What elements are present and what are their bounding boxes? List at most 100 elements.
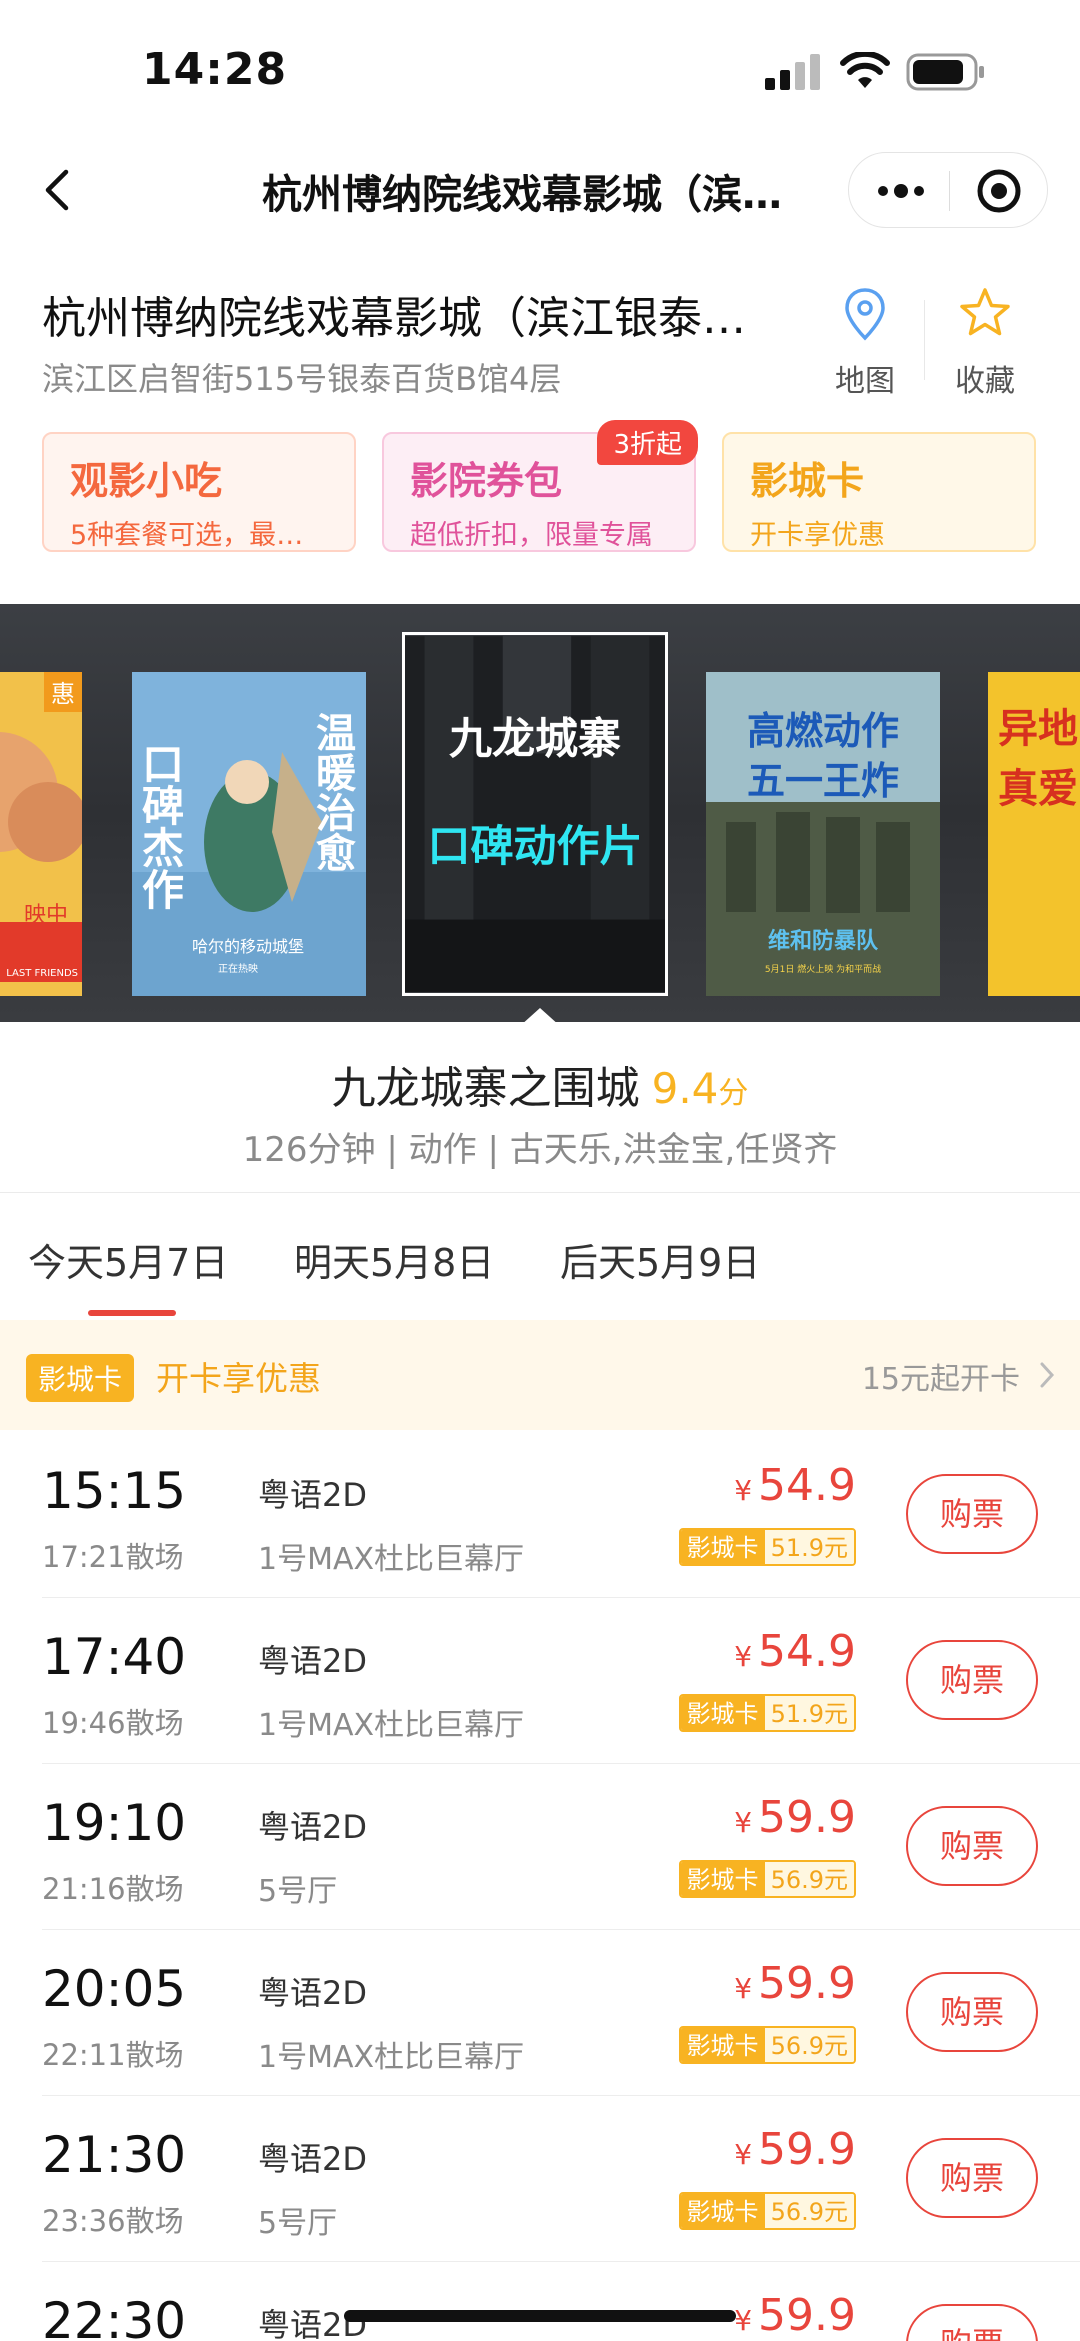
price-value: 59.9 (758, 2290, 856, 2341)
promo-card-snacks[interactable]: 观影小吃 5种套餐可选，最低… (42, 432, 356, 552)
start-time: 20:05 (42, 1960, 187, 2018)
svg-text:真爱: 真爱 (998, 766, 1078, 812)
svg-text:映中: 映中 (24, 903, 68, 928)
svg-text:九龙城寨: 九龙城寨 (449, 714, 621, 764)
price-value: 54.9 (758, 1460, 856, 1511)
language-format: 粤语2D (258, 1642, 368, 1680)
svg-text:维和防暴队: 维和防暴队 (768, 928, 879, 954)
language-format: 粤语2D (258, 2140, 368, 2178)
hall-name: 1号MAX杜比巨幕厅 (258, 1542, 525, 1577)
poster-image: 高燃动作 五一王炸 维和防暴队 5月1日 燃火上映 为和平而战 (706, 672, 940, 996)
nav-bar: 杭州博纳院线戏幕影城（滨… (0, 140, 1080, 240)
membership-card-banner[interactable]: 影城卡 开卡享优惠 15元起开卡 (0, 1320, 1080, 1430)
date-tab-day-after[interactable]: 后天5月9日 (560, 1232, 760, 1287)
movie-score: 9.4 (651, 1064, 719, 1113)
currency-symbol: ¥ (734, 1474, 753, 1507)
svg-text:惠: 惠 (51, 680, 75, 708)
hall-name: 1号MAX杜比巨幕厅 (258, 2040, 525, 2075)
poster-item[interactable]: 高燃动作 五一王炸 维和防暴队 5月1日 燃火上映 为和平而战 (706, 672, 940, 996)
buy-ticket-button[interactable]: 购票 (906, 2138, 1038, 2218)
card-price-tag: 影城卡 56.9元 (678, 2026, 856, 2064)
card-price-tag: 影城卡 56.9元 (678, 2192, 856, 2230)
movie-score-unit: 分 (718, 1076, 749, 1111)
cellular-signal-icon (765, 54, 820, 90)
active-tab-indicator (88, 1310, 176, 1316)
price-value: 59.9 (758, 2124, 856, 2175)
mini-program-capsule (848, 152, 1048, 228)
hall-name: 5号厅 (258, 2206, 338, 2241)
svg-text:口碑杰作: 口碑杰作 (136, 742, 185, 910)
map-button[interactable]: 地图 (820, 284, 910, 404)
showtime-row: 21:30 23:36散场 粤语2D 5号厅 ¥59.9 影城卡 56.9元 购票 (0, 2096, 1080, 2262)
date-tab-tomorrow[interactable]: 明天5月8日 (294, 1232, 494, 1287)
poster-item[interactable]: 惠 映中 LAST FRIENDS (0, 672, 82, 996)
price-value: 59.9 (758, 1958, 856, 2009)
favorite-button[interactable]: 收藏 (940, 284, 1030, 404)
ticket-price: ¥59.9 (734, 1792, 856, 1843)
card-label: 影城卡 (680, 1862, 765, 1896)
buy-ticket-button[interactable]: 购票 (906, 2304, 1038, 2341)
map-label: 地图 (835, 364, 895, 399)
promo-title: 影城卡 (750, 459, 865, 503)
promo-card-membership[interactable]: 影城卡 开卡享优惠 (722, 432, 1036, 552)
card-label: 影城卡 (680, 2028, 765, 2062)
card-price: 51.9元 (764, 1530, 854, 1564)
showtime-row: 15:15 17:21散场 粤语2D 1号MAX杜比巨幕厅 ¥54.9 影城卡 5… (0, 1432, 1080, 1598)
start-time: 21:30 (42, 2126, 187, 2184)
close-target-icon[interactable] (971, 167, 1027, 215)
card-price: 56.9元 (764, 1862, 854, 1896)
poster-item-active[interactable]: 九龙城寨 口碑动作片 (402, 632, 668, 996)
home-indicator (344, 2310, 736, 2322)
cinema-address: 滨江区启智街515号银泰百货B馆4层 (42, 360, 562, 398)
status-bar: 14:28 (0, 0, 1080, 140)
poster-image: 九龙城寨 口碑动作片 (405, 636, 665, 992)
star-icon (960, 288, 1010, 336)
svg-text:高燃动作: 高燃动作 (747, 709, 899, 753)
showtime-row: 17:40 19:46散场 粤语2D 1号MAX杜比巨幕厅 ¥54.9 影城卡 5… (0, 1598, 1080, 1764)
currency-symbol: ¥ (734, 2304, 753, 2337)
hall-name: 5号厅 (258, 1874, 338, 1909)
end-time: 21:16散场 (42, 1872, 184, 1906)
start-time: 22:30 (42, 2292, 187, 2341)
poster-carousel[interactable]: 惠 映中 LAST FRIENDS 口碑杰作 温暖治愈 哈尔的移动城堡 正在热映 (0, 604, 1080, 1022)
svg-text:口碑动作片: 口碑动作片 (428, 822, 643, 872)
ticket-price: ¥54.9 (734, 1626, 856, 1677)
showtime-row: 19:10 21:16散场 粤语2D 5号厅 ¥59.9 影城卡 56.9元 购票 (0, 1764, 1080, 1930)
banner-price-hint: 15元起开卡 (861, 1362, 1020, 1397)
more-icon[interactable] (871, 167, 931, 215)
chevron-right-icon (1040, 1362, 1055, 1388)
card-price: 56.9元 (764, 2194, 854, 2228)
date-tab-today[interactable]: 今天5月7日 (28, 1232, 228, 1287)
language-format: 粤语2D (258, 1974, 368, 2012)
buy-ticket-button[interactable]: 购票 (906, 1474, 1038, 1554)
end-time: 22:11散场 (42, 2038, 184, 2072)
poster-image: 惠 映中 LAST FRIENDS (0, 672, 82, 996)
promo-title: 观影小吃 (70, 459, 223, 503)
active-poster-pointer (520, 1008, 560, 1026)
promo-card-coupons[interactable]: 影院券包 超低折扣，限量专属 3折起 (382, 420, 698, 552)
poster-image: 口碑杰作 温暖治愈 哈尔的移动城堡 正在热映 (132, 672, 366, 996)
banner-text: 开卡享优惠 (156, 1359, 321, 1398)
wifi-icon (840, 52, 890, 88)
movie-title: 九龙城寨之围城 (331, 1063, 640, 1114)
poster-item[interactable]: 口碑杰作 温暖治愈 哈尔的移动城堡 正在热映 (132, 672, 366, 996)
ticket-price: ¥54.9 (734, 1460, 856, 1511)
buy-ticket-button[interactable]: 购票 (906, 1806, 1038, 1886)
svg-text:五一王炸: 五一王炸 (747, 759, 899, 803)
card-price: 51.9元 (764, 1696, 854, 1730)
poster-item[interactable]: 异地 真爱 (988, 672, 1080, 996)
buy-ticket-button[interactable]: 购票 (906, 1640, 1038, 1720)
status-time: 14:28 (142, 44, 288, 95)
back-icon[interactable] (30, 160, 90, 220)
promo-subtitle: 开卡享优惠 (750, 520, 885, 551)
promo-subtitle: 超低折扣，限量专属 (410, 520, 653, 551)
svg-text:温暖治愈: 温暖治愈 (309, 712, 356, 872)
showtime-row: 20:05 22:11散场 粤语2D 1号MAX杜比巨幕厅 ¥59.9 影城卡 5… (0, 1930, 1080, 2096)
card-label: 影城卡 (680, 1696, 765, 1730)
language-format: 粤语2D (258, 1476, 368, 1514)
currency-symbol: ¥ (734, 1972, 753, 2005)
currency-symbol: ¥ (734, 1806, 753, 1839)
buy-ticket-button[interactable]: 购票 (906, 1972, 1038, 2052)
svg-text:异地: 异地 (998, 706, 1078, 752)
card-label: 影城卡 (680, 1530, 765, 1564)
